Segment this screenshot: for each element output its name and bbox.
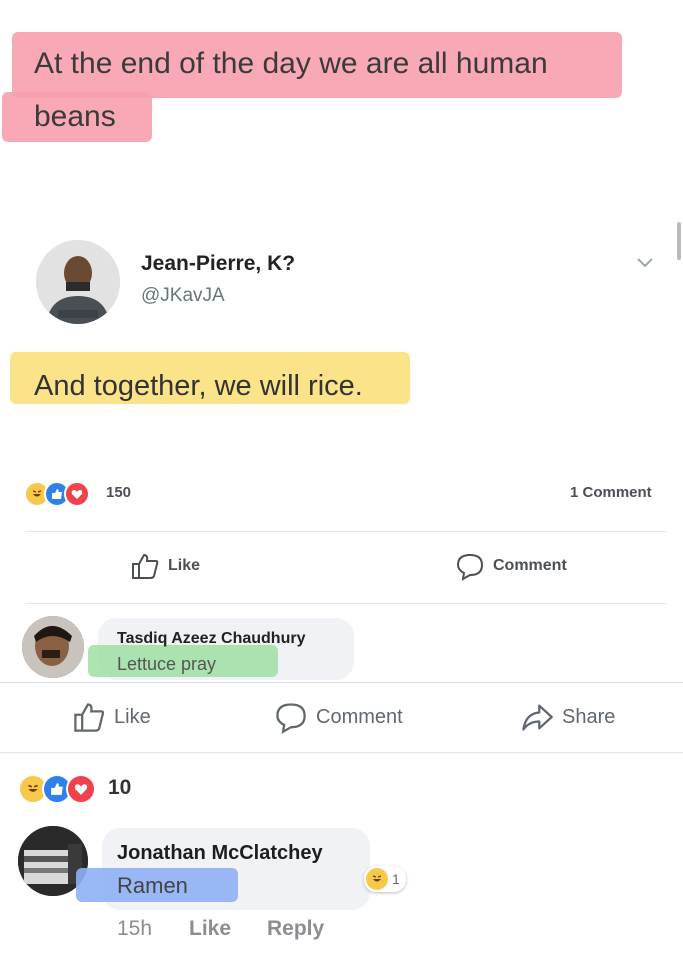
outer-reaction-count[interactable]: 10 [108,776,131,800]
comment-reply-link[interactable]: Reply [267,917,324,941]
haha-reaction-icon [366,868,388,890]
like-label: Like [114,705,151,728]
tweet-text: And together, we will rice. [34,370,363,402]
comment-icon [276,703,306,734]
share-button[interactable]: Share [520,700,615,734]
thumbs-up-icon [74,703,105,732]
inner-comment-count[interactable]: 1 Comment [570,484,652,501]
love-reaction-icon [66,774,96,804]
quote-line-2: beans [34,100,116,133]
divider [26,603,666,604]
comment-like-link[interactable]: Like [189,917,231,941]
share-label: Share [562,705,616,728]
comment-reaction-count: 1 [392,871,400,887]
tweet-author-handle[interactable]: @JKavJA [141,285,225,307]
inner-commenter-name[interactable]: Tasdiq Azeez Chaudhury [117,630,305,648]
divider [0,682,683,683]
comment-label: Comment [316,705,403,728]
divider [0,752,683,753]
tweet-author-name[interactable]: Jean-Pierre, K? [141,252,295,276]
outer-comment-text: Ramen [117,873,188,898]
inner-like-label: Like [168,557,201,574]
outer-reaction-icons[interactable] [18,774,96,804]
divider [26,531,666,532]
share-icon [522,704,553,731]
quote-line-1: At the end of the day we are all human [34,47,548,80]
avatar[interactable] [36,240,120,324]
reaction-icons[interactable] [24,481,90,507]
inner-like-button[interactable]: Like [130,551,200,581]
outer-commenter-name[interactable]: Jonathan McClatchey [117,842,323,865]
inner-comment-text: Lettuce pray [117,654,217,674]
inner-comment-button[interactable]: Comment [455,551,567,581]
commenter-avatar[interactable] [22,616,84,678]
thumbs-up-icon [132,553,159,579]
comment-reaction-badge[interactable]: 1 [364,866,406,892]
comment-icon [456,553,484,581]
inner-reaction-count[interactable]: 150 [106,484,131,501]
comment-timestamp: 15h [117,917,153,940]
chevron-down-icon[interactable] [636,256,654,274]
comment-button[interactable]: Comment [274,700,403,734]
love-reaction-icon [64,481,90,507]
scrollbar[interactable] [677,222,681,260]
like-button[interactable]: Like [72,700,151,734]
inner-comment-label: Comment [493,557,567,574]
